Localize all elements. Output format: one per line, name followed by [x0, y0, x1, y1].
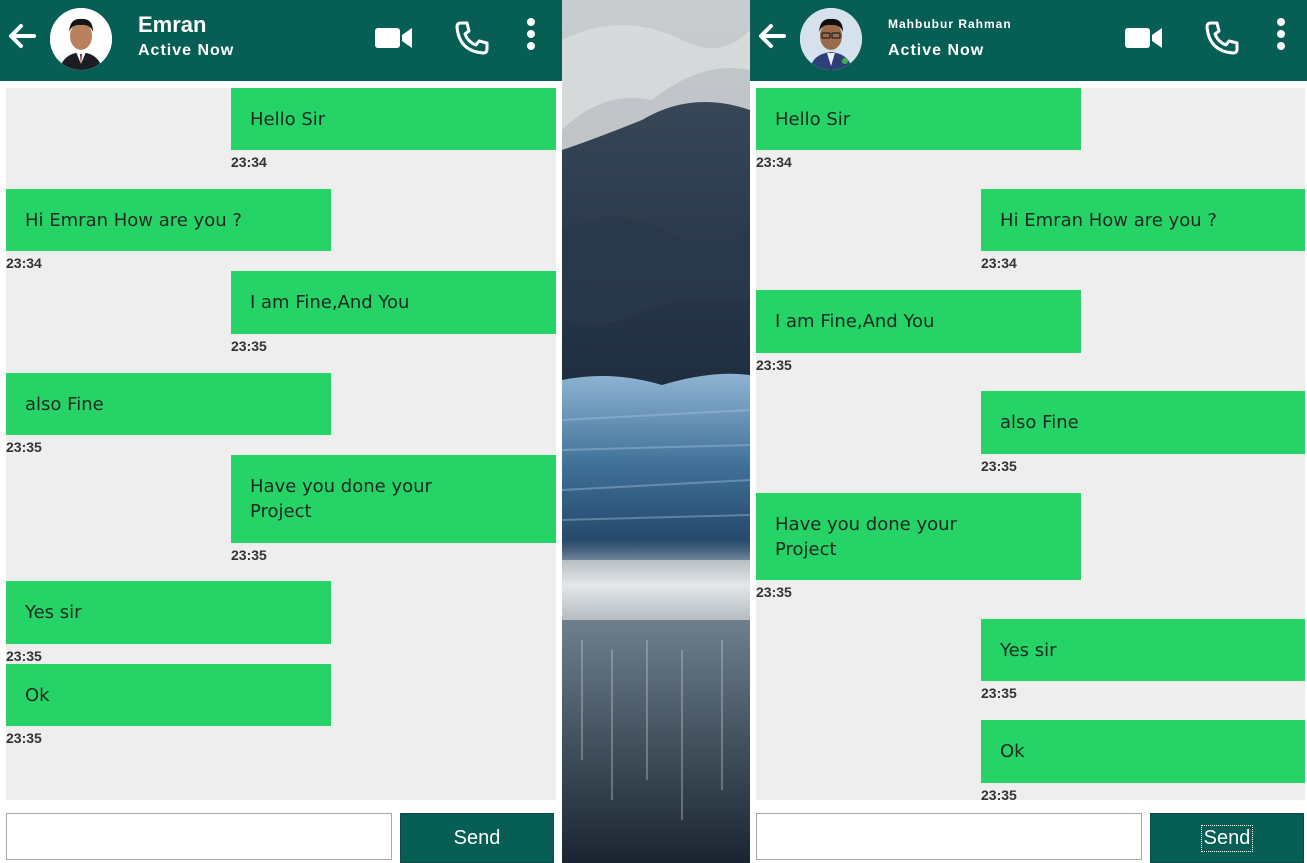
message-time: 23:35	[231, 547, 267, 563]
message-bubble: Hello Sir	[231, 88, 556, 150]
message-item: Yes sir 23:35	[6, 581, 331, 664]
message-bubble: Yes sir	[6, 581, 331, 644]
message-item: Have you done your Project 23:35	[231, 455, 556, 563]
message-item: I am Fine,And You 23:35	[756, 290, 1081, 373]
avatar-image	[800, 8, 862, 70]
phone-icon[interactable]	[454, 20, 490, 56]
phone-icon[interactable]	[1204, 20, 1240, 56]
message-time: 23:35	[981, 685, 1017, 701]
chat-window-emran: Emran Active Now Hello Sir 23:34 Hi Emra…	[0, 0, 562, 863]
message-bubble: Have you done your Project	[756, 493, 1081, 580]
message-time: 23:35	[756, 584, 792, 600]
status-text: Active Now	[138, 42, 235, 59]
message-bubble: I am Fine,And You	[756, 290, 1081, 353]
status-text: Active Now	[888, 42, 985, 59]
message-time: 23:35	[231, 338, 267, 354]
more-vertical-icon[interactable]	[524, 16, 538, 52]
message-time: 23:35	[6, 439, 42, 455]
message-item: Ok 23:35	[981, 720, 1305, 803]
message-list[interactable]: Hello Sir 23:34 Hi Emran How are you ? 2…	[6, 88, 556, 800]
avatar[interactable]	[50, 8, 112, 70]
message-item: I am Fine,And You 23:35	[231, 271, 556, 354]
message-item: also Fine 23:35	[6, 373, 331, 455]
message-bubble: I am Fine,And You	[231, 271, 556, 334]
message-time: 23:35	[6, 730, 42, 746]
message-item: Hi Emran How are you ? 23:34	[981, 189, 1305, 271]
send-button-label: Send	[453, 826, 501, 849]
contact-name: Emran	[138, 12, 207, 37]
more-vertical-icon[interactable]	[1274, 16, 1288, 52]
send-button-label: Send	[1200, 824, 1254, 852]
message-time: 23:35	[981, 787, 1017, 803]
message-bubble: Hi Emran How are you ?	[981, 189, 1305, 251]
send-button[interactable]: Send	[400, 813, 554, 863]
back-arrow-icon[interactable]	[6, 20, 38, 52]
message-bubble: Hi Emran How are you ?	[6, 189, 331, 251]
message-item: Hi Emran How are you ? 23:34	[6, 189, 331, 271]
message-list[interactable]: Hello Sir 23:34 Hi Emran How are you ? 2…	[756, 88, 1305, 803]
message-item: Hello Sir 23:34	[231, 88, 556, 170]
chat-header: Mahbubur Rahman Active Now	[750, 0, 1307, 81]
message-bubble: also Fine	[981, 391, 1305, 454]
message-input[interactable]	[6, 813, 392, 860]
message-time: 23:34	[6, 255, 42, 271]
message-bubble: Have you done your Project	[231, 455, 556, 543]
back-arrow-icon[interactable]	[756, 20, 788, 52]
avatar[interactable]	[800, 8, 862, 70]
message-time: 23:35	[6, 648, 42, 664]
message-bubble: Hello Sir	[756, 88, 1081, 150]
message-bubble: also Fine	[6, 373, 331, 435]
chat-window-mahbubur: Mahbubur Rahman Active Now Hello Sir 23:…	[750, 0, 1307, 863]
message-bubble: Yes sir	[981, 619, 1305, 681]
chat-header: Emran Active Now	[0, 0, 562, 81]
message-item: Have you done your Project 23:35	[756, 493, 1081, 600]
contact-name: Mahbubur Rahman	[888, 17, 1012, 31]
message-time: 23:34	[231, 154, 267, 170]
message-bubble: Ok	[981, 720, 1305, 783]
message-bubble: Ok	[6, 664, 331, 726]
mountain-glacier-image	[562, 0, 750, 863]
message-item: Hello Sir 23:34	[756, 88, 1081, 170]
video-camera-icon[interactable]	[1124, 24, 1164, 52]
message-time: 23:35	[756, 357, 792, 373]
message-item: also Fine 23:35	[981, 391, 1305, 474]
video-camera-icon[interactable]	[374, 24, 414, 52]
message-input[interactable]	[756, 813, 1142, 860]
send-button[interactable]: Send	[1150, 813, 1304, 863]
message-time: 23:34	[756, 154, 792, 170]
message-time: 23:34	[981, 255, 1017, 271]
message-item: Ok 23:35	[6, 664, 331, 746]
avatar-image	[50, 8, 112, 70]
message-item: Yes sir 23:35	[981, 619, 1305, 701]
message-time: 23:35	[981, 458, 1017, 474]
